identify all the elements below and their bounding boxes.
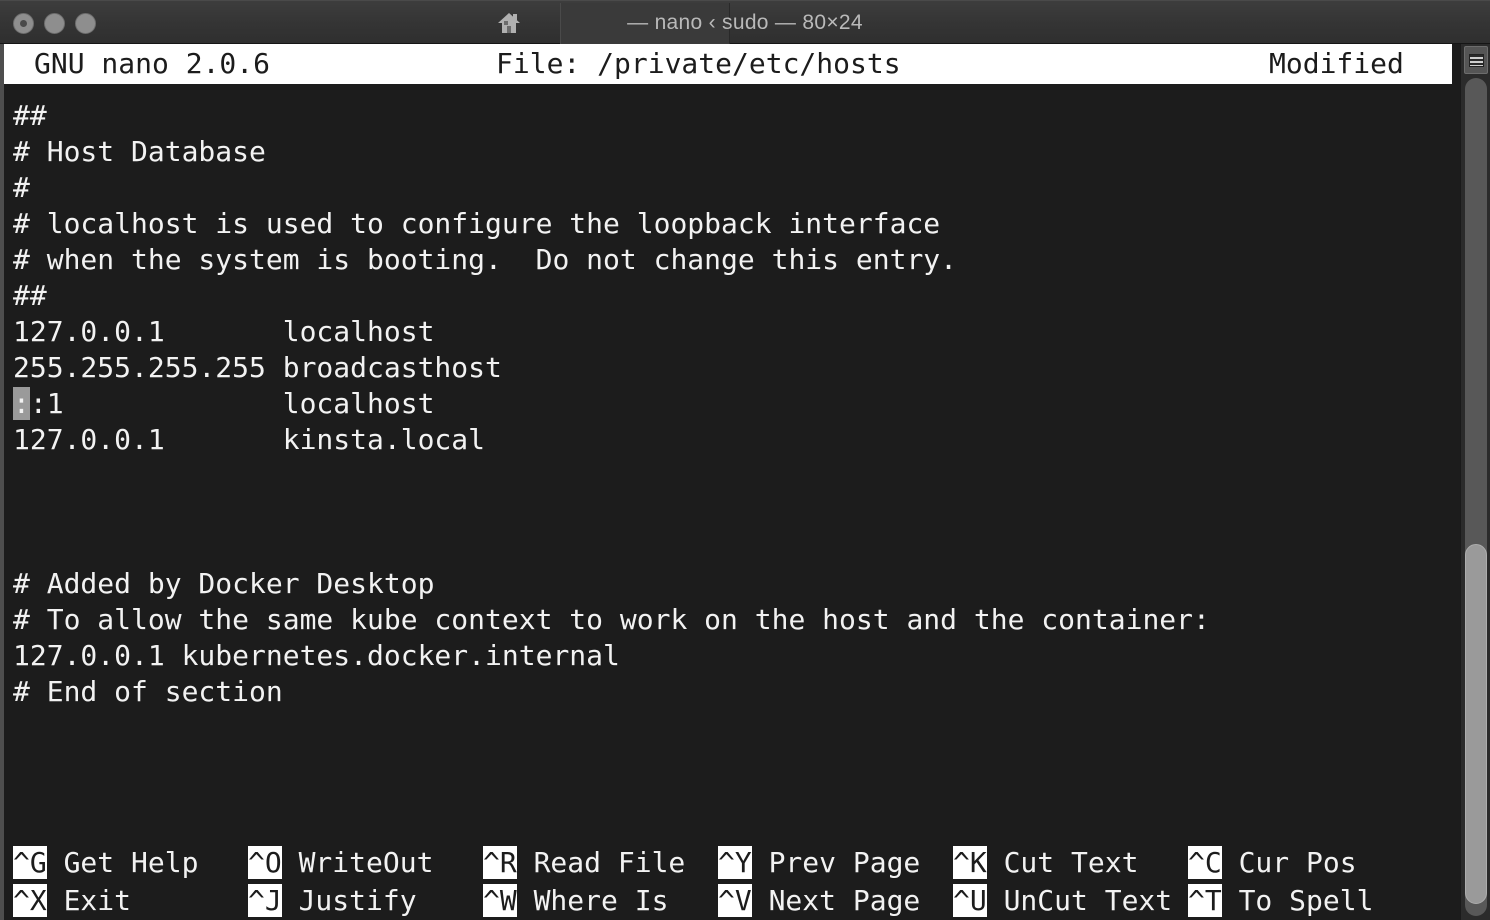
zoom-button[interactable] <box>75 13 96 34</box>
shortcut-cut-text[interactable]: ^K Cut Text <box>953 844 1138 882</box>
terminal-window: — nano ‹ sudo — 80×24 GNU nano 2.0.6 Fil… <box>0 0 1490 920</box>
buffer-line: # To allow the same kube context to work… <box>4 602 1452 638</box>
buffer-line-with-cursor: ::1 localhost <box>4 386 1452 422</box>
shortcut-label: Cut Text <box>987 846 1139 879</box>
shortcut-key: ^G <box>13 846 47 879</box>
help-row-2: ^X Exit ^J Justify ^W Where Is ^V Next P… <box>13 882 1452 920</box>
help-row-1: ^G Get Help ^O WriteOut ^R Read File ^Y … <box>13 844 1452 882</box>
shortcut-key: ^W <box>483 884 517 917</box>
shortcut-key: ^K <box>953 846 987 879</box>
nano-help-bar: ^G Get Help ^O WriteOut ^R Read File ^Y … <box>4 844 1452 920</box>
shortcut-key: ^Y <box>718 846 752 879</box>
nano-version-label: GNU nano 2.0.6 <box>34 44 270 84</box>
nano-status-bar: GNU nano 2.0.6 File: /private/etc/hosts … <box>4 44 1452 84</box>
shortcut-uncut-text[interactable]: ^U UnCut Text <box>953 882 1172 920</box>
shortcut-exit[interactable]: ^X Exit <box>13 882 131 920</box>
window-title: — nano ‹ sudo — 80×24 <box>0 1 1490 45</box>
scrollbar-thumb[interactable] <box>1465 544 1487 904</box>
shortcut-label: Justify <box>282 884 417 917</box>
shortcut-key: ^X <box>13 884 47 917</box>
minimize-button[interactable] <box>44 13 65 34</box>
buffer-line: ## <box>4 278 1452 314</box>
terminal-content[interactable]: GNU nano 2.0.6 File: /private/etc/hosts … <box>0 44 1460 920</box>
shortcut-label: WriteOut <box>282 846 434 879</box>
shortcut-cur-pos[interactable]: ^C Cur Pos <box>1188 844 1357 882</box>
buffer-line: # Added by Docker Desktop <box>4 566 1452 602</box>
buffer-line: # End of section <box>4 674 1452 710</box>
buffer-line: 255.255.255.255 broadcasthost <box>4 350 1452 386</box>
tab-strip[interactable] <box>560 3 730 45</box>
shortcut-prev-page[interactable]: ^Y Prev Page <box>718 844 920 882</box>
shortcut-key: ^O <box>248 846 282 879</box>
shortcut-to-spell[interactable]: ^T To Spell <box>1188 882 1373 920</box>
buffer-line: 127.0.0.1 kubernetes.docker.internal <box>4 638 1452 674</box>
buffer-line <box>4 530 1452 566</box>
buffer-line: 127.0.0.1 kinsta.local <box>4 422 1452 458</box>
nano-modified-badge: Modified <box>1269 44 1404 84</box>
shortcut-label: Read File <box>517 846 686 879</box>
shortcut-key: ^V <box>718 884 752 917</box>
shortcut-key: ^R <box>483 846 517 879</box>
shortcut-key: ^J <box>248 884 282 917</box>
close-button[interactable] <box>13 13 34 34</box>
text-cursor: : <box>13 387 30 420</box>
home-icon[interactable] <box>496 10 522 36</box>
shortcut-label: Next Page <box>752 884 921 917</box>
shortcut-label: Get Help <box>47 846 199 879</box>
shortcut-label: Cur Pos <box>1222 846 1357 879</box>
buffer-line: # when the system is booting. Do not cha… <box>4 242 1452 278</box>
shortcut-writeout[interactable]: ^O WriteOut <box>248 844 433 882</box>
window-titlebar[interactable]: — nano ‹ sudo — 80×24 <box>0 0 1490 44</box>
shortcut-read-file[interactable]: ^R Read File <box>483 844 685 882</box>
shortcut-justify[interactable]: ^J Justify <box>248 882 417 920</box>
shortcut-key: ^T <box>1188 884 1222 917</box>
shortcut-key: ^C <box>1188 846 1222 879</box>
buffer-line: 127.0.0.1 localhost <box>4 314 1452 350</box>
buffer-line: # Host Database <box>4 134 1452 170</box>
shortcut-next-page[interactable]: ^V Next Page <box>718 882 920 920</box>
shortcut-get-help[interactable]: ^G Get Help <box>13 844 198 882</box>
buffer-line-rest: :1 localhost <box>30 387 435 420</box>
buffer-line <box>4 458 1452 494</box>
shortcut-where-is[interactable]: ^W Where Is <box>483 882 668 920</box>
shortcut-label: Exit <box>47 884 131 917</box>
nano-edit-area[interactable]: ## # Host Database # # localhost is used… <box>4 84 1452 784</box>
buffer-line <box>4 494 1452 530</box>
vertical-scrollbar[interactable] <box>1460 44 1490 920</box>
shortcut-label: To Spell <box>1222 884 1374 917</box>
terminal-list-icon[interactable] <box>1464 46 1488 74</box>
shortcut-key: ^U <box>953 884 987 917</box>
shortcut-label: Where Is <box>517 884 669 917</box>
nano-file-label: File: /private/etc/hosts <box>496 44 901 84</box>
buffer-line: ## <box>4 98 1452 134</box>
traffic-light-group <box>13 13 96 34</box>
shortcut-label: Prev Page <box>752 846 921 879</box>
buffer-line: # localhost is used to configure the loo… <box>4 206 1452 242</box>
shortcut-label: UnCut Text <box>987 884 1172 917</box>
buffer-line: # <box>4 170 1452 206</box>
